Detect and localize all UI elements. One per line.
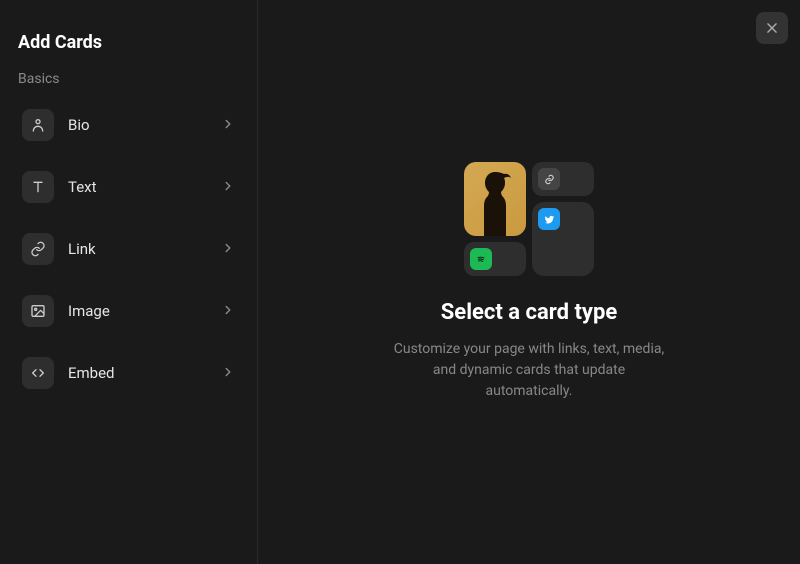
preview-card-twitter <box>532 202 594 276</box>
chevron-right-icon <box>221 178 235 197</box>
card-preview-cluster <box>464 162 594 276</box>
sidebar-item-label: Link <box>68 240 221 258</box>
sidebar-section-label: Basics <box>18 71 239 87</box>
preview-card-spotify <box>464 242 526 276</box>
close-button[interactable] <box>756 12 788 44</box>
link-icon <box>538 168 560 190</box>
main-description: Customize your page with links, text, me… <box>389 339 669 402</box>
sidebar-item-label: Image <box>68 302 221 320</box>
twitter-icon <box>538 208 560 230</box>
text-icon <box>22 171 54 203</box>
preview-card-photo <box>464 162 526 236</box>
spotify-icon <box>470 248 492 270</box>
main-title: Select a card type <box>441 300 617 325</box>
image-icon <box>22 295 54 327</box>
chevron-right-icon <box>221 116 235 135</box>
chevron-right-icon <box>221 364 235 383</box>
sidebar-item-image[interactable]: Image <box>18 287 239 335</box>
chevron-right-icon <box>221 302 235 321</box>
sidebar-title: Add Cards <box>18 32 239 53</box>
sidebar-item-embed[interactable]: Embed <box>18 349 239 397</box>
sidebar-item-link[interactable]: Link <box>18 225 239 273</box>
preview-card-link <box>532 162 594 196</box>
sidebar-item-text[interactable]: Text <box>18 163 239 211</box>
sidebar-item-label: Bio <box>68 116 221 134</box>
link-icon <box>22 233 54 265</box>
code-icon <box>22 357 54 389</box>
person-icon <box>22 109 54 141</box>
sidebar-item-label: Text <box>68 178 221 196</box>
add-cards-sidebar: Add Cards Basics Bio Text Link Image <box>0 0 258 564</box>
main-content: Select a card type Customize your page w… <box>258 0 800 564</box>
sidebar-item-bio[interactable]: Bio <box>18 101 239 149</box>
sidebar-item-label: Embed <box>68 364 221 382</box>
chevron-right-icon <box>221 240 235 259</box>
